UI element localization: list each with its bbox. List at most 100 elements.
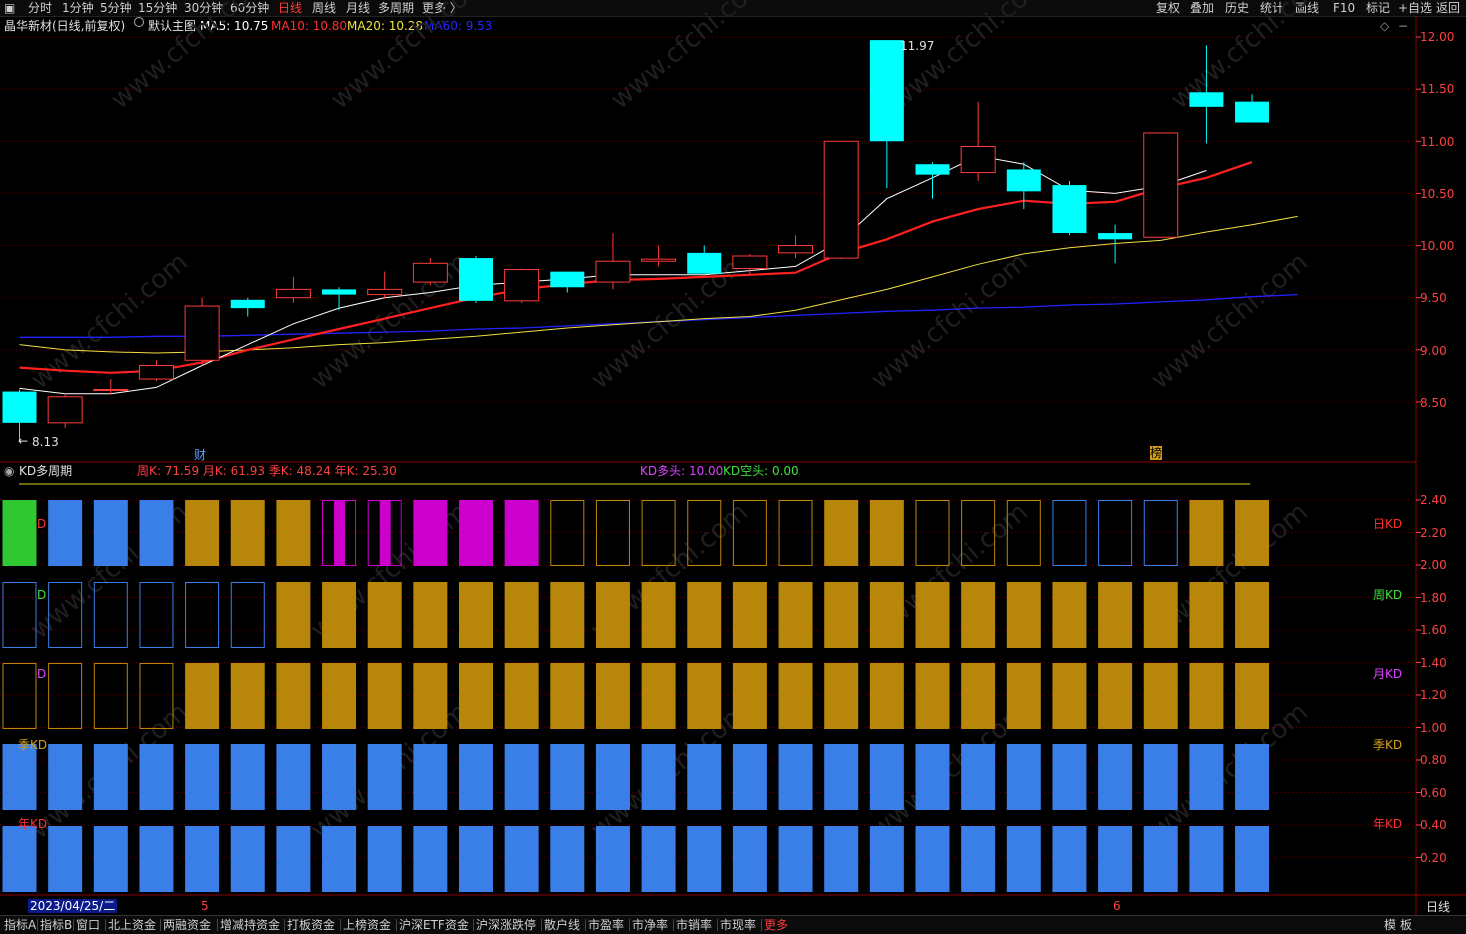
kd-block-r4-c1 [48, 826, 83, 892]
candle-body-18 [823, 140, 859, 259]
kd-block-r4-c22 [1006, 826, 1041, 892]
kd-block-r2-c1 [48, 663, 83, 729]
event-bang[interactable]: 榜 [1150, 446, 1163, 460]
kd-block-r2-c22 [1006, 663, 1041, 729]
tab-separator [396, 919, 397, 931]
bottom-tab-7[interactable]: 上榜资金 [343, 916, 391, 934]
bottom-tab-11[interactable]: 市盈率 [588, 916, 624, 934]
tab-separator [160, 919, 161, 931]
bottom-tab-3[interactable]: 北上资金 [108, 916, 156, 934]
kd-block-r1-c9 [413, 582, 448, 648]
watermark-text-1: www.cfchi.com [325, 0, 494, 115]
kd-block-r3-c26 [1189, 744, 1224, 810]
price-tick-850: 8.50 [1420, 396, 1447, 410]
kd-block-r3-c5 [230, 744, 265, 810]
tab-separator [761, 919, 762, 931]
watermark-text-8: www.cfchi.com [865, 247, 1034, 395]
candle-body-0 [2, 391, 37, 423]
kd-block-r3-c13 [595, 744, 630, 810]
tab-separator [541, 919, 542, 931]
bottom-tab-8[interactable]: 沪深ETF资金 [399, 916, 469, 934]
bottom-right-1[interactable]: 板 [1400, 916, 1412, 934]
date-cursor-label: 2023/04/25/二 [28, 899, 118, 913]
kd-block-r0-c7-fill [334, 500, 346, 566]
kd-block-r1-c10 [459, 582, 493, 648]
watermark-text-2: www.cfchi.com [605, 0, 774, 115]
kd-block-r1-c0 [2, 582, 37, 648]
candle-body-2 [93, 388, 129, 391]
kd-tick-040: 0.40 [1420, 818, 1447, 832]
indicator-tab-bar: 指标A 指标B 窗口 北上资金 两融资金 增减持资金 打板资金 上榜资金 沪深ETF资金 沪深涨跌… [0, 915, 1466, 934]
bottom-tab-9[interactable]: 沪深涨跌停 [476, 916, 536, 934]
kd-block-r2-c14 [641, 663, 676, 729]
kd-block-r0-c12 [550, 500, 585, 566]
kd-block-r4-c17 [778, 826, 813, 892]
kd-block-r4-c9 [413, 826, 448, 892]
kd-block-r1-c24 [1098, 582, 1133, 648]
event-cai[interactable]: 财 [194, 446, 206, 463]
kd-tick-120: 1.20 [1420, 688, 1447, 702]
candle-body-16 [732, 255, 768, 270]
bottom-tab-5[interactable]: 增减持资金 [220, 916, 280, 934]
kd-panel-title[interactable]: KD多周期 [19, 462, 72, 480]
candle-body-15 [687, 252, 722, 274]
month-marker-5: 5 [201, 899, 209, 913]
kd-block-r2-c9 [413, 663, 448, 729]
tab-separator [585, 919, 586, 931]
inner-label-quarter: 季KD [18, 738, 48, 752]
kd-block-r4-c5 [230, 826, 265, 892]
bottom-right-0[interactable]: 模 [1384, 916, 1396, 934]
tab-separator [717, 919, 718, 931]
candle-body-25 [1143, 132, 1179, 238]
candle-body-6 [275, 288, 311, 299]
kd-block-r4-c14 [641, 826, 676, 892]
inner-label-month-d: D [37, 667, 47, 681]
tab-separator [73, 919, 74, 931]
kd-block-r3-c7 [322, 744, 357, 810]
kd-block-r3-c27 [1235, 744, 1270, 810]
kd-tick-180: 1.80 [1420, 591, 1447, 605]
kd-tick-140: 1.40 [1420, 656, 1447, 670]
kd-block-r1-c5 [230, 582, 265, 648]
kd-block-r0-c10 [459, 500, 493, 566]
kd-block-r0-c4 [185, 500, 220, 566]
low-price-label: 8.13 [32, 435, 59, 449]
bottom-tab-10[interactable]: 散户线 [544, 916, 580, 934]
kd-block-r0-c5 [230, 500, 265, 566]
kd-tick-100: 1.00 [1420, 721, 1447, 735]
candle-body-12 [550, 271, 585, 288]
bottom-tab-6[interactable]: 打板资金 [287, 916, 335, 934]
bottom-tab-0[interactable]: 指标A [4, 916, 36, 934]
kd-block-r4-c2 [93, 826, 128, 892]
kd-block-r2-c26 [1189, 663, 1224, 729]
bottom-tab-13[interactable]: 市销率 [676, 916, 712, 934]
candle-body-13 [595, 260, 631, 283]
kd-block-r0-c18 [824, 500, 859, 566]
bottom-tab-4[interactable]: 两融资金 [163, 916, 211, 934]
kd-block-r1-c4 [185, 582, 220, 648]
kd-block-r2-c7 [322, 663, 357, 729]
price-tick-1000: 10.00 [1420, 239, 1455, 253]
bottom-tab-12[interactable]: 市净率 [632, 916, 668, 934]
kd-block-r1-c15 [687, 582, 722, 648]
tab-separator [105, 919, 106, 931]
collapse-icon[interactable]: ◉ [4, 462, 14, 480]
kd-block-r1-c25 [1143, 582, 1178, 648]
kd-block-r4-c10 [459, 826, 493, 892]
kd-block-r1-c17 [778, 582, 813, 648]
kd-block-r1-c6 [276, 582, 311, 648]
bottom-tab-2[interactable]: 窗口 [76, 916, 100, 934]
bottom-tab-14[interactable]: 市现率 [720, 916, 756, 934]
tab-separator [673, 919, 674, 931]
kd-tick-020: 0.20 [1420, 851, 1447, 865]
tab-separator [217, 919, 218, 931]
kd-block-r4-c13 [595, 826, 630, 892]
kd-block-r1-c19 [869, 582, 904, 648]
candle-body-11 [504, 269, 540, 302]
kd-block-r1-c14 [641, 582, 676, 648]
bottom-tab-1[interactable]: 指标B [40, 916, 72, 934]
inner-label-year: 年KD [18, 817, 48, 831]
candle-body-23 [1052, 185, 1087, 234]
candle-body-3 [138, 365, 174, 380]
bottom-tab-15[interactable]: 更多 [764, 916, 788, 934]
